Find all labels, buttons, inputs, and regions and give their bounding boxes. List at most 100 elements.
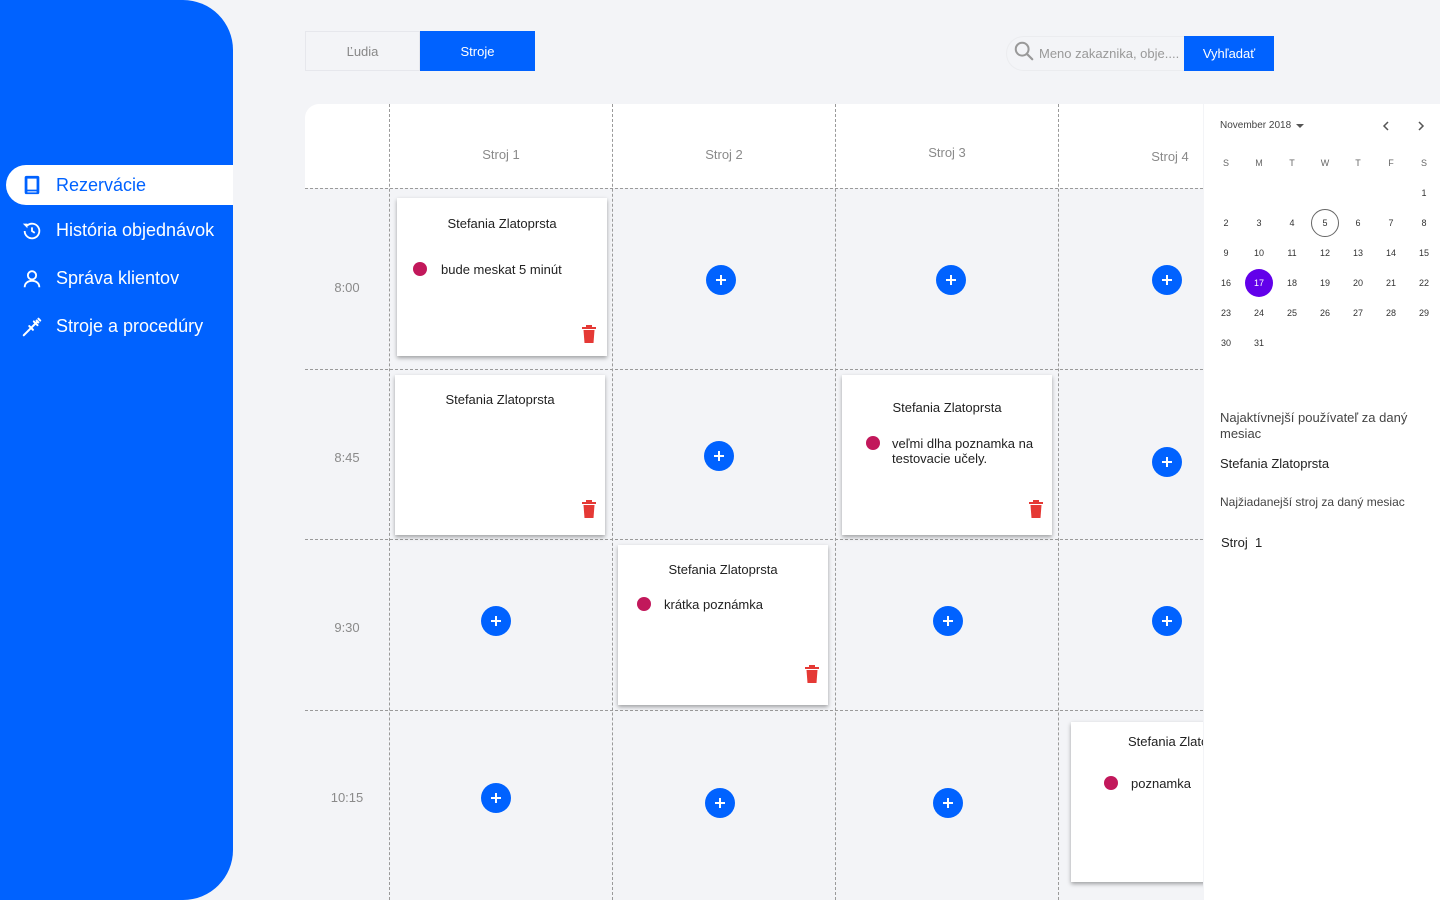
search-bar: Vyhľadať bbox=[1006, 36, 1274, 71]
calendar-day[interactable]: 4 bbox=[1278, 209, 1306, 237]
calendar-day[interactable]: 31 bbox=[1245, 329, 1273, 357]
calendar-day[interactable]: 16 bbox=[1212, 269, 1240, 297]
caret-down-icon bbox=[1296, 123, 1305, 128]
add-booking-button[interactable] bbox=[481, 606, 511, 636]
booking-card[interactable]: Stefania Zlatoprsta poznamka bbox=[1071, 722, 1203, 882]
calendar-day[interactable]: 19 bbox=[1311, 269, 1339, 297]
calendar-month-select[interactable]: November 2018 bbox=[1220, 120, 1305, 131]
calendar-day[interactable]: 11 bbox=[1278, 239, 1306, 267]
booking-card[interactable]: Stefania Zlatoprsta bude meskat 5 minút bbox=[397, 198, 607, 356]
delete-icon[interactable] bbox=[1028, 500, 1044, 518]
calendar-day[interactable]: 8 bbox=[1410, 209, 1438, 237]
calendar-day[interactable]: 3 bbox=[1245, 209, 1273, 237]
calendar-day[interactable]: 9 bbox=[1212, 239, 1240, 267]
syringe-icon bbox=[20, 315, 44, 339]
calendar-day[interactable]: 24 bbox=[1245, 299, 1273, 327]
tab-ludia[interactable]: Ľudia bbox=[305, 31, 420, 71]
add-booking-button[interactable] bbox=[706, 265, 736, 295]
booking-customer: Stefania Zlatoprsta bbox=[445, 392, 555, 407]
calendar-day[interactable]: 18 bbox=[1278, 269, 1306, 297]
sidebar: Rezervácie História objednávok Správa kl… bbox=[0, 0, 233, 900]
top-machine-value: Stroj 1 bbox=[1221, 535, 1263, 550]
calendar-day[interactable]: 26 bbox=[1311, 299, 1339, 327]
delete-icon[interactable] bbox=[581, 500, 597, 518]
calendar-day[interactable]: 30 bbox=[1212, 329, 1240, 357]
column-title: Stroj 1 bbox=[482, 146, 520, 162]
calendar-weekday: S bbox=[1420, 158, 1427, 168]
delete-icon[interactable] bbox=[804, 665, 820, 683]
calendar-day[interactable]: 23 bbox=[1212, 299, 1240, 327]
search-icon bbox=[1013, 40, 1035, 67]
calendar-prev-button[interactable] bbox=[1378, 118, 1394, 134]
sidebar-item-label: História objednávok bbox=[56, 220, 215, 240]
calendar-day[interactable]: 6 bbox=[1344, 209, 1372, 237]
column-title: Stroj 3 bbox=[928, 144, 966, 160]
calendar-day[interactable]: 14 bbox=[1377, 239, 1405, 267]
calendar-day[interactable]: 21 bbox=[1377, 269, 1405, 297]
calendar-day[interactable]: 13 bbox=[1344, 239, 1372, 267]
calendar-day[interactable]: 1 bbox=[1410, 179, 1438, 207]
calendar-day[interactable]: 2 bbox=[1212, 209, 1240, 237]
booking-note-text: veľmi dlha poznamka na testovacie učely. bbox=[892, 436, 1034, 466]
grid-divider bbox=[305, 710, 1203, 711]
note-dot-icon bbox=[1104, 776, 1118, 790]
chevron-left-icon bbox=[1382, 121, 1389, 131]
booking-note: poznamka bbox=[1104, 776, 1203, 791]
booking-customer: Stefania Zlatoprsta bbox=[668, 562, 778, 577]
sidebar-nav: Rezervácie História objednávok Správa kl… bbox=[0, 165, 233, 349]
grid-divider bbox=[835, 104, 836, 900]
calendar-weekday: M bbox=[1255, 158, 1263, 168]
column-title: Stroj 2 bbox=[705, 146, 743, 162]
sidebar-item-historia[interactable]: História objednávok bbox=[0, 208, 233, 253]
grid-divider bbox=[612, 104, 613, 900]
calendar-weekday: T bbox=[1355, 158, 1361, 168]
calendar-month-label: November 2018 bbox=[1220, 120, 1292, 131]
calendar-day[interactable]: 27 bbox=[1344, 299, 1372, 327]
grid-divider bbox=[1058, 104, 1059, 900]
sidebar-item-rezervacie[interactable]: Rezervácie bbox=[6, 165, 233, 205]
add-booking-button[interactable] bbox=[705, 788, 735, 818]
add-booking-button[interactable] bbox=[933, 788, 963, 818]
sidebar-item-label: Rezervácie bbox=[56, 174, 147, 195]
sidebar-item-label: Stroje a procedúry bbox=[56, 316, 204, 336]
booking-card[interactable]: Stefania Zlatoprsta krátka poznámka bbox=[618, 545, 828, 705]
add-booking-button[interactable] bbox=[704, 441, 734, 471]
calendar-day[interactable]: 15 bbox=[1410, 239, 1438, 267]
view-tabs: Ľudia Stroje bbox=[305, 31, 535, 71]
booking-card[interactable]: Stefania Zlatoprsta veľmi dlha poznamka … bbox=[842, 375, 1052, 535]
grid-divider bbox=[305, 539, 1203, 540]
calendar-day[interactable]: 7 bbox=[1377, 209, 1405, 237]
calendar-day[interactable]: 17 bbox=[1245, 269, 1273, 297]
add-booking-button[interactable] bbox=[1152, 606, 1182, 636]
tab-stroje[interactable]: Stroje bbox=[420, 31, 535, 71]
add-booking-button[interactable] bbox=[1152, 447, 1182, 477]
calendar-day[interactable]: 12 bbox=[1311, 239, 1339, 267]
booking-card[interactable]: Stefania Zlatoprsta bbox=[395, 375, 605, 535]
active-user-value: Stefania Zlatoprsta bbox=[1220, 456, 1330, 471]
calendar-day[interactable]: 22 bbox=[1410, 269, 1438, 297]
schedule-grid: Stroj 1 Stroj 2 Stroj 3 Stroj 4 8:00 8:4… bbox=[305, 104, 1203, 900]
add-booking-button[interactable] bbox=[933, 606, 963, 636]
book-icon bbox=[20, 173, 44, 197]
sidebar-item-stroje[interactable]: Stroje a procedúry bbox=[0, 304, 233, 349]
grid-divider bbox=[389, 104, 390, 900]
booking-note-text: krátka poznámka bbox=[664, 597, 763, 612]
calendar-day[interactable]: 25 bbox=[1278, 299, 1306, 327]
booking-note: bude meskat 5 minút bbox=[413, 262, 593, 277]
add-booking-button[interactable] bbox=[481, 783, 511, 813]
calendar-day[interactable]: 5 bbox=[1311, 209, 1339, 237]
calendar-weekday: T bbox=[1289, 158, 1295, 168]
sidebar-item-klienti[interactable]: Správa klientov bbox=[0, 256, 233, 301]
note-dot-icon bbox=[637, 597, 651, 611]
delete-icon[interactable] bbox=[581, 325, 597, 343]
calendar-day[interactable]: 29 bbox=[1410, 299, 1438, 327]
calendar-next-button[interactable] bbox=[1413, 118, 1429, 134]
calendar-day[interactable]: 28 bbox=[1377, 299, 1405, 327]
search-input[interactable] bbox=[1039, 46, 1184, 61]
calendar-day[interactable]: 20 bbox=[1344, 269, 1372, 297]
search-button[interactable]: Vyhľadať bbox=[1184, 36, 1274, 71]
calendar-day[interactable]: 10 bbox=[1245, 239, 1273, 267]
add-booking-button[interactable] bbox=[936, 265, 966, 295]
add-booking-button[interactable] bbox=[1152, 265, 1182, 295]
active-user-title: Najaktívnejší používateľ za daný mesiac bbox=[1220, 410, 1408, 441]
